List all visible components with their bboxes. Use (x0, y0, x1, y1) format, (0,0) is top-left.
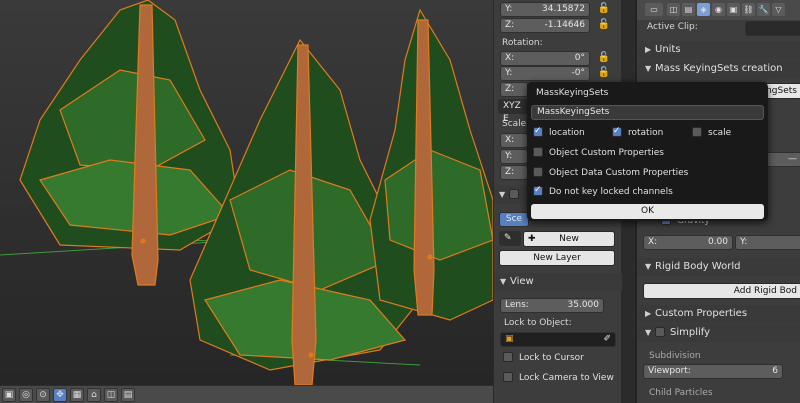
rotation-option[interactable]: rotation (612, 125, 663, 139)
eyedropper-icon[interactable]: ✐ (603, 333, 611, 346)
lock-icon[interactable]: 🔓 (597, 2, 611, 16)
location-z-field[interactable]: Z: -1.14646 (500, 18, 590, 33)
view-panel-header[interactable]: ▼ View (494, 273, 622, 291)
pivot-icon[interactable]: ⊙ (36, 387, 50, 402)
rotation-mode-select[interactable]: XYZ E (498, 99, 528, 124)
lock-icon[interactable]: 🔓 (597, 18, 611, 32)
child-particles-label: Child Particles (649, 388, 713, 398)
checkbox[interactable] (612, 125, 622, 137)
checkbox[interactable] (692, 126, 702, 137)
add-rigid-body-world-button[interactable]: Add Rigid Bod (643, 283, 800, 299)
camera-icon[interactable]: ▤ (121, 387, 135, 402)
3d-viewport[interactable] (0, 0, 493, 385)
scale-x-field[interactable]: X: (500, 133, 528, 148)
lock-icon[interactable]: 🔓 (597, 66, 611, 80)
collapse-triangle-icon: ▼ (645, 328, 652, 337)
active-clip-label: Active Clip: (647, 22, 698, 32)
lock-camera-to-view-option[interactable]: Lock Camera to View (503, 371, 614, 384)
lock-icon[interactable]: ⌂ (87, 387, 101, 402)
active-clip-field[interactable] (745, 21, 800, 36)
ok-button[interactable]: OK (531, 204, 764, 219)
layers-icon[interactable]: ▦ (70, 387, 84, 402)
collapse-triangle-icon: ▼ (645, 64, 652, 73)
lock-to-object-label: Lock to Object: (504, 318, 572, 328)
shading-icon[interactable]: ◎ (19, 387, 33, 402)
checkbox[interactable] (533, 146, 543, 157)
cube-icon[interactable]: ▣ (2, 387, 16, 402)
new-layer-button[interactable]: New Layer (499, 250, 615, 266)
location-option[interactable]: location (533, 125, 585, 139)
lock-to-cursor-option[interactable]: Lock to Cursor (503, 351, 584, 364)
mass-keyingsets-panel-header[interactable]: ▼ Mass KeyingSets creation (637, 60, 800, 78)
pencil-icon[interactable]: ✎ (499, 231, 521, 246)
lens-field[interactable]: Lens: 35.000 (500, 298, 604, 313)
checkbox[interactable] (533, 184, 543, 196)
checkbox[interactable] (503, 351, 513, 362)
scale-option[interactable]: scale (692, 126, 731, 139)
checkbox[interactable] (533, 166, 543, 177)
scale-y-field[interactable]: Y: (500, 149, 528, 164)
gravity-x-field[interactable]: X: 0.00 (643, 235, 733, 250)
viewport-header: ▣ ◎ ⊙ ✥ ▦ ⌂ ◫ ▤ (0, 385, 493, 403)
rotation-z-field[interactable]: Z: (500, 82, 528, 97)
lock-to-object-field[interactable]: ▣ ✐ (500, 332, 616, 347)
pine-trees-scene (0, 0, 493, 385)
expand-triangle-icon: ▶ (645, 309, 652, 318)
popup-title: MassKeyingSets (536, 88, 609, 98)
render-layers-tab-icon[interactable]: ▤ (682, 3, 695, 16)
checkbox[interactable] (503, 371, 513, 382)
scene-tab-icon[interactable]: ◈ (697, 3, 710, 16)
rotation-y-field[interactable]: Y: -0° (500, 66, 590, 81)
do-not-key-locked-channels-option[interactable]: Do not key locked channels (533, 184, 673, 198)
viewport-subdivision-field[interactable]: Viewport: 6 (643, 364, 783, 379)
scale-label: Scale (502, 119, 527, 129)
grease-pencil-panel-header[interactable]: ▼ (494, 186, 528, 204)
gravity-y-field[interactable]: Y: (735, 235, 800, 250)
checkbox[interactable] (533, 125, 543, 137)
object-tab-icon[interactable]: ▣ (727, 3, 740, 16)
collapse-triangle-icon: ▼ (499, 190, 506, 199)
properties-header: ▭ ◫ ▤ ◈ ◉ ▣ ⛓ 🔧 ▽ (637, 0, 800, 20)
data-tab-icon[interactable]: ▽ (772, 3, 785, 16)
world-tab-icon[interactable]: ◉ (712, 3, 725, 16)
object-data-custom-properties-option[interactable]: Object Data Custom Properties (533, 166, 688, 179)
checkbox[interactable] (655, 327, 665, 337)
rotation-x-field[interactable]: X: 0° (500, 51, 590, 66)
constraints-tab-icon[interactable]: ⛓ (742, 3, 755, 16)
editor-type-icon[interactable]: ▭ (645, 3, 663, 16)
object-cube-icon: ▣ (505, 334, 514, 344)
add-icon: ✚ (528, 234, 536, 244)
render-icon[interactable]: ◫ (104, 387, 118, 402)
location-y-field[interactable]: Y: 34.15872 (500, 2, 590, 17)
object-custom-properties-option[interactable]: Object Custom Properties (533, 146, 664, 159)
expand-triangle-icon: ▶ (645, 45, 652, 54)
checkbox[interactable] (509, 189, 519, 199)
scale-z-field[interactable]: Z: (500, 165, 528, 180)
transform-manipulator-icon[interactable]: ✥ (53, 387, 67, 402)
rigid-body-world-panel-header[interactable]: ▼ Rigid Body World (637, 258, 800, 276)
render-tab-icon[interactable]: ◫ (667, 3, 680, 16)
keyingset-name-input[interactable]: MassKeyingSets (531, 105, 764, 120)
collapse-triangle-icon: ▼ (500, 277, 507, 286)
subdivision-label: Subdivision (649, 351, 701, 361)
collapse-triangle-icon: ▼ (645, 262, 652, 271)
simplify-panel-header[interactable]: ▼ Simplify (637, 324, 800, 342)
modifiers-tab-icon[interactable]: 🔧 (757, 3, 770, 16)
mass-keyingsets-popup: MassKeyingSets MassKeyingSets location r… (527, 82, 768, 221)
rotation-label: Rotation: (502, 38, 543, 48)
new-button[interactable]: ✚ New (523, 231, 615, 247)
tab-scene[interactable]: Sce (499, 212, 529, 227)
units-panel-header[interactable]: ▶ Units (637, 41, 800, 59)
lock-icon[interactable]: 🔓 (597, 51, 611, 65)
tree-right (369, 8, 493, 321)
custom-properties-panel-header[interactable]: ▶ Custom Properties (637, 305, 800, 323)
